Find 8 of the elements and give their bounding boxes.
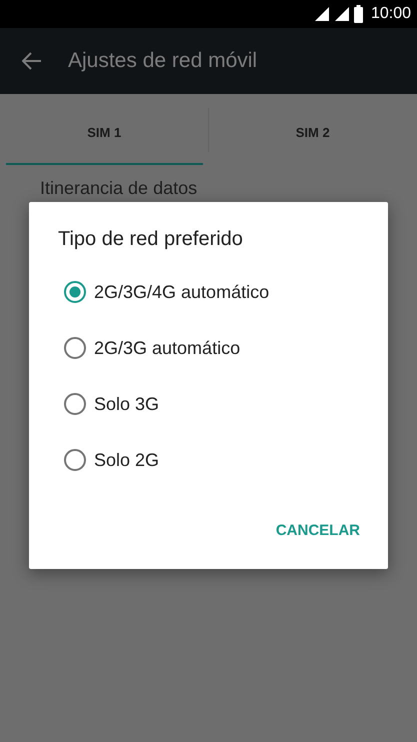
network-option[interactable]: Solo 3G xyxy=(29,376,388,432)
clock-time: 10:00 xyxy=(370,5,411,23)
network-option[interactable]: 2G/3G/4G automático xyxy=(29,264,388,320)
network-option[interactable]: 2G/3G automático xyxy=(29,320,388,376)
setting-label: Itinerancia de datos xyxy=(39,177,198,199)
dialog-title: Tipo de red preferido xyxy=(58,228,244,251)
screen-title: Ajustes de red móvil xyxy=(68,49,258,73)
network-option[interactable]: Solo 2G xyxy=(29,432,388,488)
